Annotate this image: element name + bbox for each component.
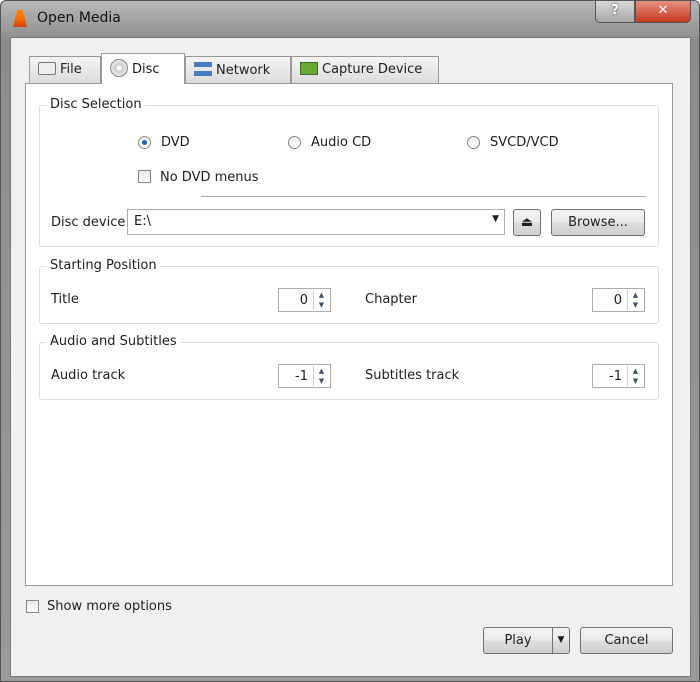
chapter-spinbox[interactable]: 0 ▲ ▼ [592, 288, 645, 312]
cancel-button[interactable]: Cancel [580, 627, 673, 654]
help-button[interactable]: ? [595, 1, 635, 23]
show-more-options-label: Show more options [47, 599, 172, 614]
no-dvd-menus-label: No DVD menus [160, 170, 259, 185]
audio-cd-label: Audio CD [311, 135, 372, 150]
dvd-label: DVD [161, 135, 190, 150]
close-button[interactable]: ✕ [635, 1, 691, 23]
spin-arrows-icon[interactable]: ▲ ▼ [627, 366, 643, 386]
eject-button[interactable]: ⏏ [513, 209, 541, 236]
network-icon [194, 62, 212, 76]
spin-arrows-icon[interactable]: ▲ ▼ [627, 290, 643, 310]
chapter-value: 0 [613, 293, 622, 308]
subtitles-track-label: Subtitles track [365, 368, 460, 383]
chevron-down-icon: ▼ [492, 214, 499, 224]
disc-device-value: E:\ [134, 214, 151, 229]
tab-disc[interactable]: Disc [101, 53, 185, 84]
tab-file[interactable]: File [29, 56, 101, 83]
starting-position-group [39, 266, 659, 324]
show-more-options-checkbox[interactable] [26, 600, 39, 613]
dialog-window: Open Media ? ✕ File Disc Network Capture… [0, 0, 700, 682]
disc-icon [110, 59, 128, 77]
title-spinbox[interactable]: 0 ▲ ▼ [278, 288, 331, 312]
tab-label: Disc [132, 62, 160, 77]
audio-track-label: Audio track [51, 368, 126, 383]
svcd-vcd-label: SVCD/VCD [490, 135, 559, 150]
no-dvd-menus-checkbox[interactable] [138, 170, 151, 183]
play-button[interactable]: Play [483, 627, 553, 654]
group-label: Starting Position [47, 258, 160, 273]
chevron-down-icon: ▼ [557, 635, 565, 645]
subtitles-track-value: -1 [609, 369, 622, 384]
title-value: 0 [299, 293, 308, 308]
audio-subtitles-group [39, 342, 659, 400]
tab-capture-device[interactable]: Capture Device [291, 56, 439, 83]
dvd-radio[interactable] [138, 136, 151, 149]
chapter-label: Chapter [365, 292, 417, 307]
window-title: Open Media [37, 10, 121, 26]
audio-cd-radio[interactable] [288, 136, 301, 149]
subtitles-track-spinbox[interactable]: -1 ▲ ▼ [592, 364, 645, 388]
tab-label: Capture Device [322, 62, 423, 77]
tab-network[interactable]: Network [185, 56, 291, 83]
separator [201, 196, 646, 197]
title-label: Title [51, 292, 79, 307]
tab-label: Network [216, 63, 271, 78]
tab-label: File [60, 62, 82, 77]
group-label: Audio and Subtitles [47, 334, 180, 349]
group-label: Disc Selection [47, 97, 145, 112]
audio-track-spinbox[interactable]: -1 ▲ ▼ [278, 364, 331, 388]
spin-arrows-icon[interactable]: ▲ ▼ [313, 290, 329, 310]
disc-device-combo[interactable]: E:\ ▼ [127, 209, 505, 235]
browse-button[interactable]: Browse... [551, 209, 645, 236]
play-options-dropdown[interactable]: ▼ [552, 627, 570, 654]
audio-track-value: -1 [295, 369, 308, 384]
vlc-cone-icon [13, 10, 27, 27]
disc-device-label: Disc device [51, 215, 126, 230]
folder-icon [38, 62, 56, 75]
capture-card-icon [300, 62, 318, 75]
eject-icon: ⏏ [520, 215, 534, 230]
spin-arrows-icon[interactable]: ▲ ▼ [313, 366, 329, 386]
svcd-vcd-radio[interactable] [467, 136, 480, 149]
